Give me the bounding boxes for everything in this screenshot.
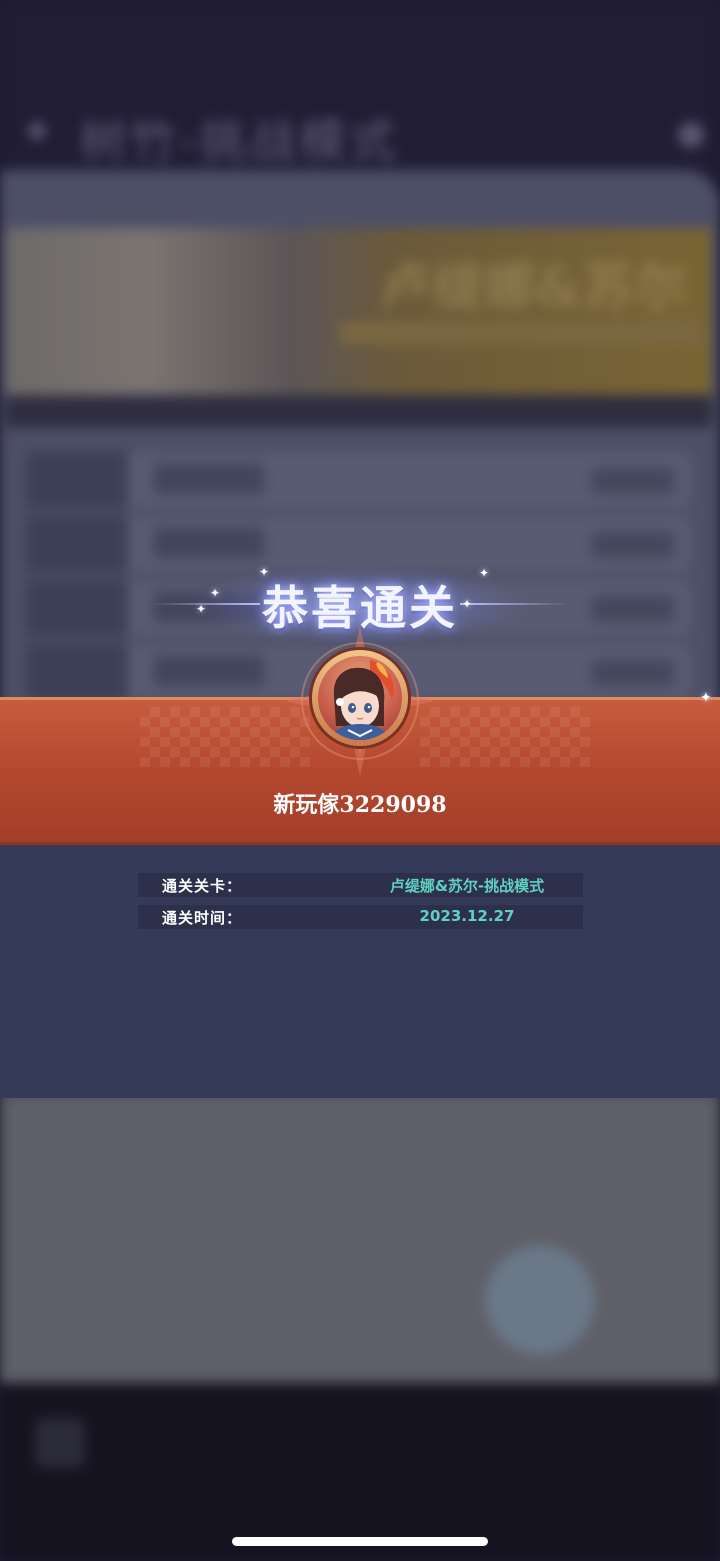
sparkle-icon: ✦ (196, 602, 207, 616)
info-row-time: 通关时间： 2023.12.27 (138, 905, 583, 929)
background-stage-row (26, 516, 692, 572)
background-start-icon (485, 1245, 595, 1355)
background-bottom-bar (0, 1383, 720, 1561)
info-row-stage: 通关关卡： 卢缇娜&苏尔-挑战模式 (138, 873, 583, 897)
background-back-icon (35, 1418, 85, 1468)
clear-info-panel: 通关关卡： 卢缇娜&苏尔-挑战模式 通关时间： 2023.12.27 (0, 845, 720, 1098)
background-settings-icon (678, 122, 704, 148)
background-banner-subtitle (340, 322, 700, 344)
background-lower-area (0, 1098, 720, 1383)
game-screen: 树竹-挑战模式 卢缇娜&苏尔 恭喜通关 ✦ ✦ ✦ ✦ ✦ ✦ 新玩傢32290… (0, 0, 720, 1561)
info-label: 通关时间： (162, 909, 243, 927)
home-indicator[interactable] (232, 1537, 488, 1546)
background-banner-title: 卢缇娜&苏尔 (380, 258, 687, 318)
background-title: 树竹-挑战模式 (80, 114, 400, 168)
character-portrait-icon (330, 660, 394, 740)
background-menu-icon (28, 122, 46, 140)
player-avatar (312, 650, 408, 746)
sparkle-icon: ✦ (700, 690, 712, 706)
info-value: 2023.12.27 (419, 907, 515, 925)
sparkle-icon: ✦ (259, 565, 270, 579)
background-stage-row (26, 452, 692, 508)
sparkle-icon: ✦ (210, 586, 221, 600)
clear-title: 恭喜通关 (262, 581, 458, 635)
avatar-portrait (318, 656, 402, 740)
ribbon-pattern (420, 707, 590, 767)
background-banner-bar (6, 395, 712, 428)
info-value: 卢缇娜&苏尔-挑战模式 (389, 877, 545, 895)
info-label: 通关关卡： (162, 877, 243, 895)
sparkle-icon: ✦ (462, 597, 473, 611)
sparkle-icon: ✦ (479, 566, 490, 580)
player-name: 新玩傢3229098 (273, 792, 447, 818)
